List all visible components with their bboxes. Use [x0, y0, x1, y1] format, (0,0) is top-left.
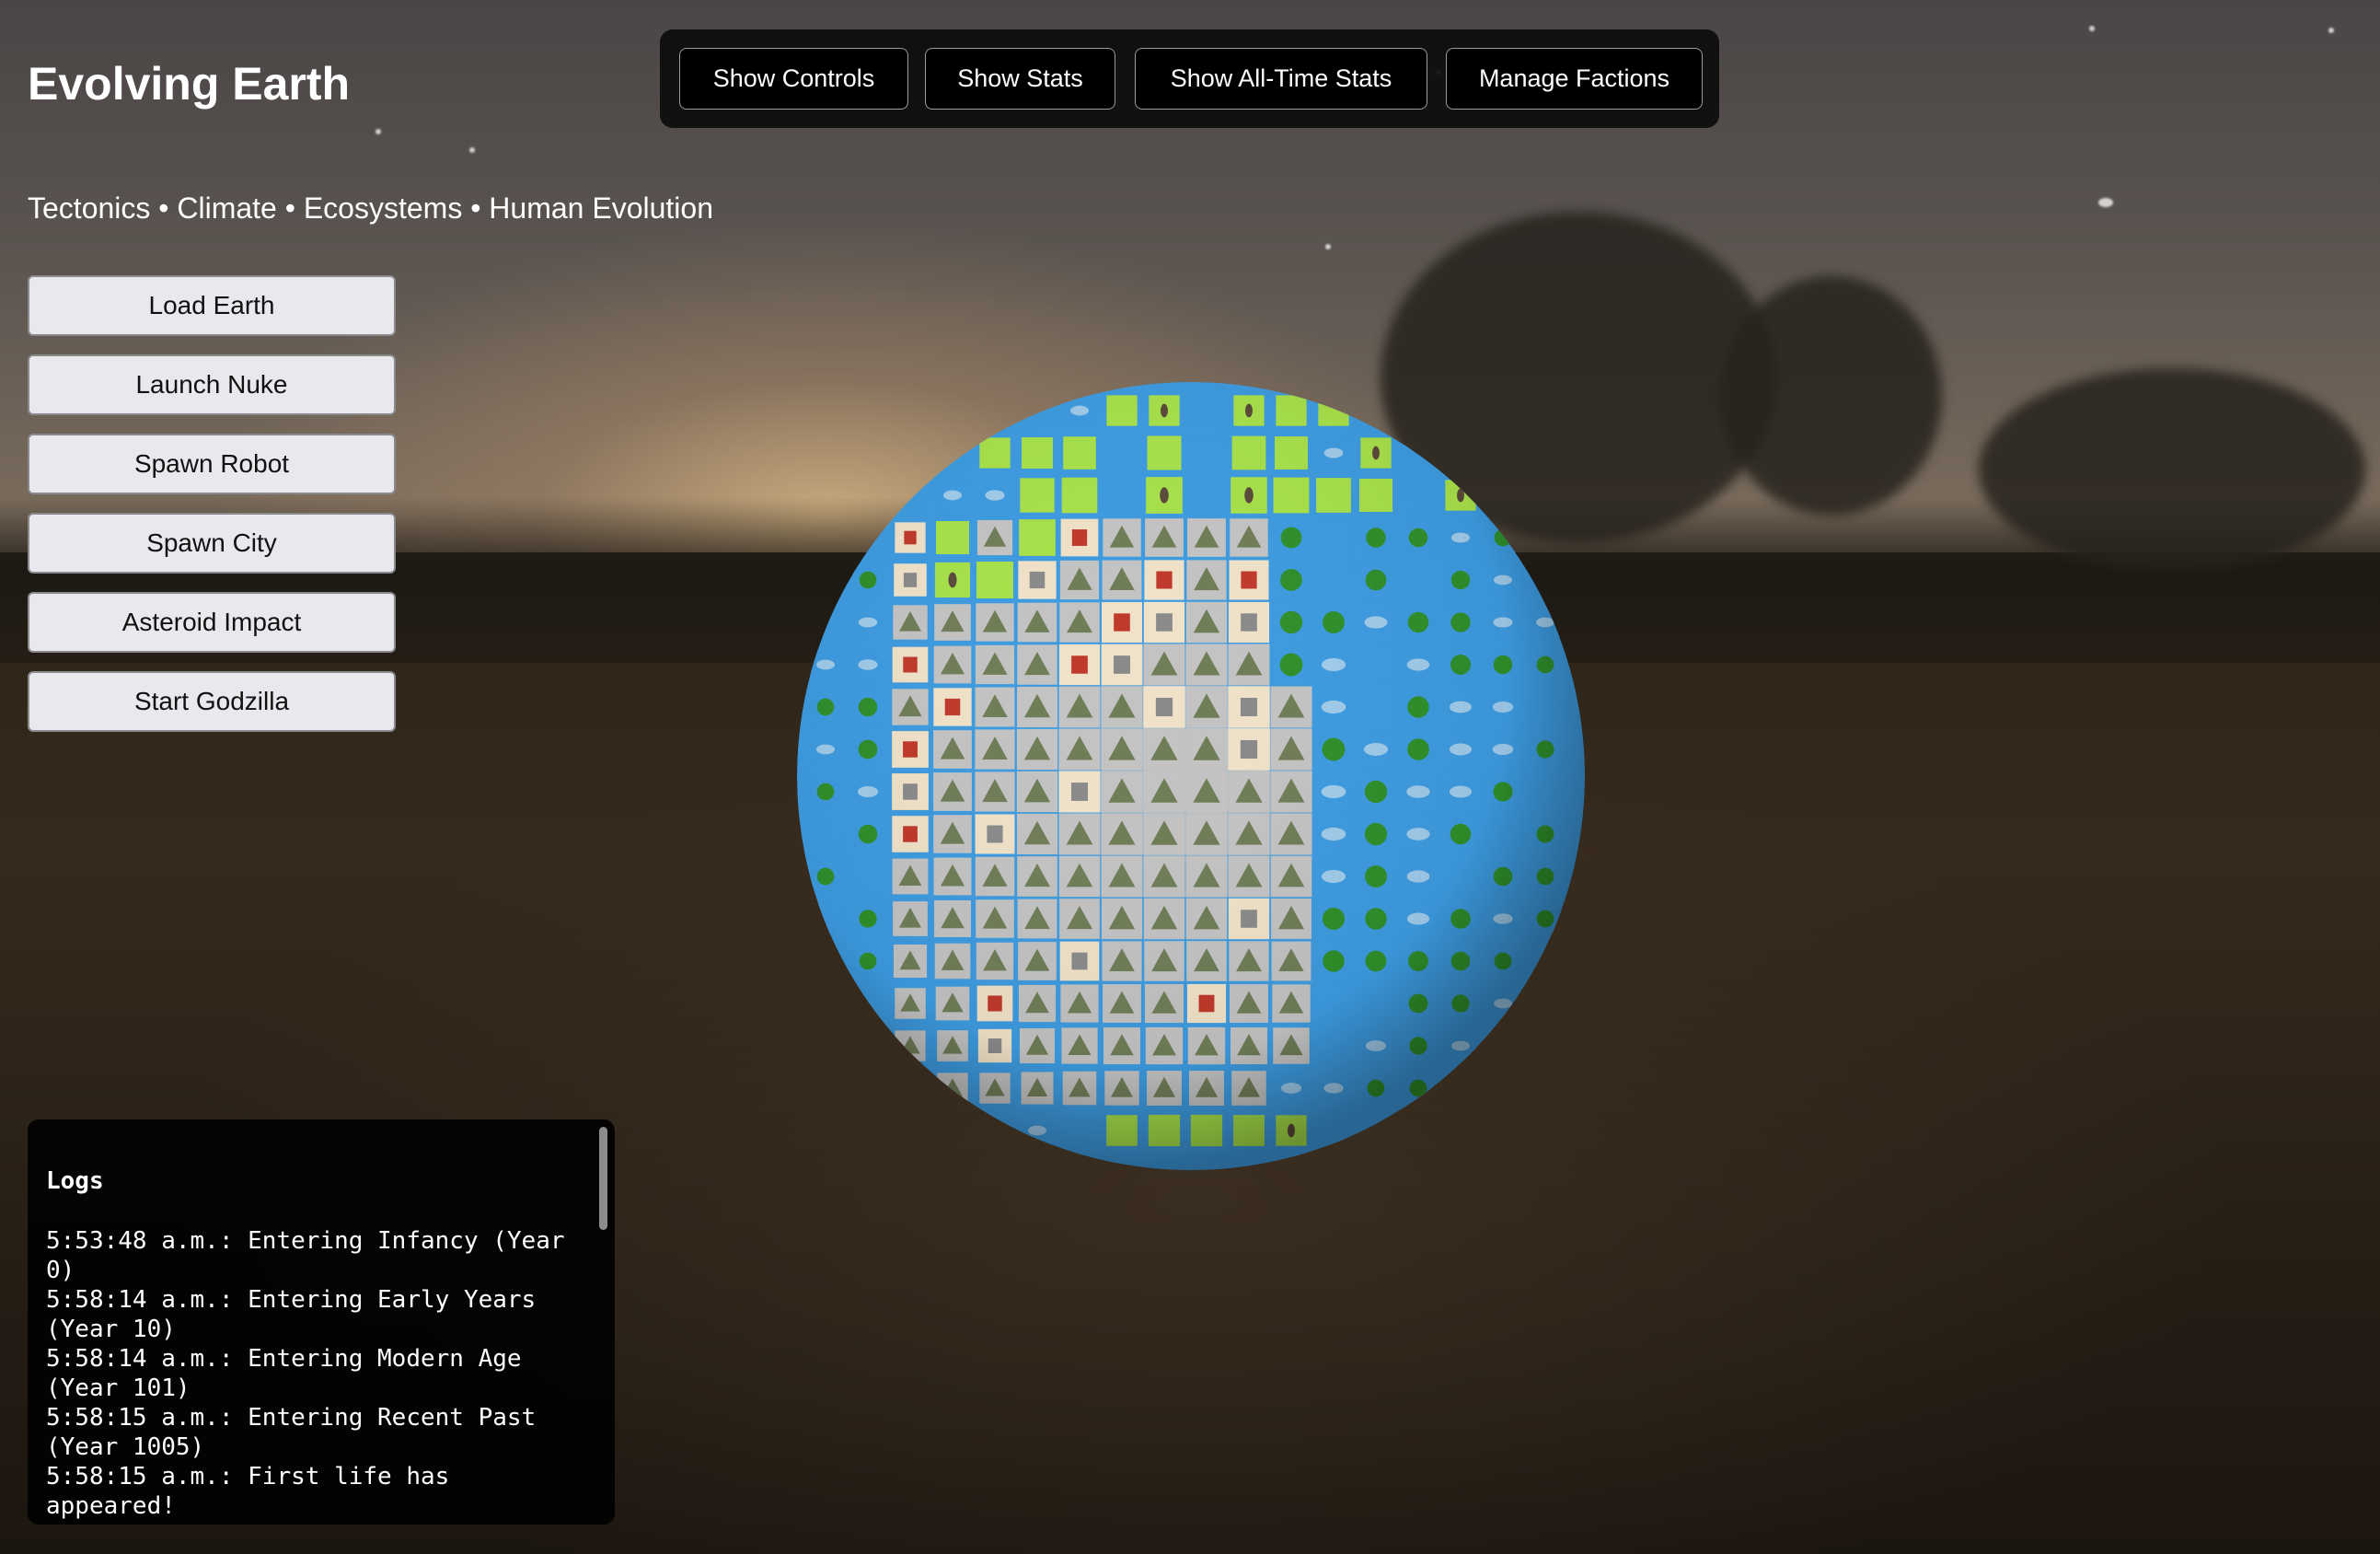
earth-globe[interactable] — [795, 380, 1587, 1172]
spawn-robot-button[interactable]: Spawn Robot — [28, 434, 396, 494]
log-entry: 5:58:14 a.m.: Entering Modern Age (Year … — [46, 1345, 522, 1402]
log-entry: 5:58:15 a.m.: First life has appeared! — [46, 1463, 450, 1520]
background-tree — [1979, 368, 2365, 571]
background-star — [2089, 26, 2095, 31]
earth-globe-canvas[interactable] — [795, 380, 1587, 1172]
log-entry: 5:58:15 a.m.: Entering Recent Past (Year… — [46, 1404, 537, 1461]
background-star — [1325, 244, 1331, 249]
background-star — [469, 147, 475, 153]
start-godzilla-button[interactable]: Start Godzilla — [28, 671, 396, 732]
spawn-city-button[interactable]: Spawn City — [28, 513, 396, 574]
logs-panel[interactable]: Logs 5:53:48 a.m.: Entering Infancy (Yea… — [28, 1119, 615, 1525]
launch-nuke-button[interactable]: Launch Nuke — [28, 354, 396, 415]
logs-scrollbar[interactable] — [599, 1127, 607, 1513]
load-earth-button[interactable]: Load Earth — [28, 275, 396, 336]
app-title: Evolving Earth — [28, 58, 351, 110]
background-star — [2328, 28, 2334, 33]
manage-factions-button[interactable]: Manage Factions — [1446, 48, 1703, 110]
log-entry: 5:53:48 a.m.: Entering Infancy (Year 0) — [46, 1227, 565, 1284]
logs-title: Logs — [46, 1167, 104, 1195]
log-entry: 5:58:14 a.m.: Entering Early Years (Year… — [46, 1286, 537, 1343]
asteroid-impact-button[interactable]: Asteroid Impact — [28, 592, 396, 653]
app-subtitle: Tectonics • Climate • Ecosystems • Human… — [28, 191, 713, 225]
globe-shading — [797, 382, 1585, 1170]
show-stats-button[interactable]: Show Stats — [925, 48, 1115, 110]
top-toolbar: Show Controls Show Stats Show All-Time S… — [660, 29, 1719, 128]
show-all-time-stats-button[interactable]: Show All-Time Stats — [1135, 48, 1427, 110]
logs-scrollbar-thumb[interactable] — [599, 1127, 607, 1230]
background-star — [375, 129, 381, 134]
background-star — [2098, 198, 2113, 207]
show-controls-button[interactable]: Show Controls — [679, 48, 908, 110]
background-tree — [1721, 276, 1942, 516]
